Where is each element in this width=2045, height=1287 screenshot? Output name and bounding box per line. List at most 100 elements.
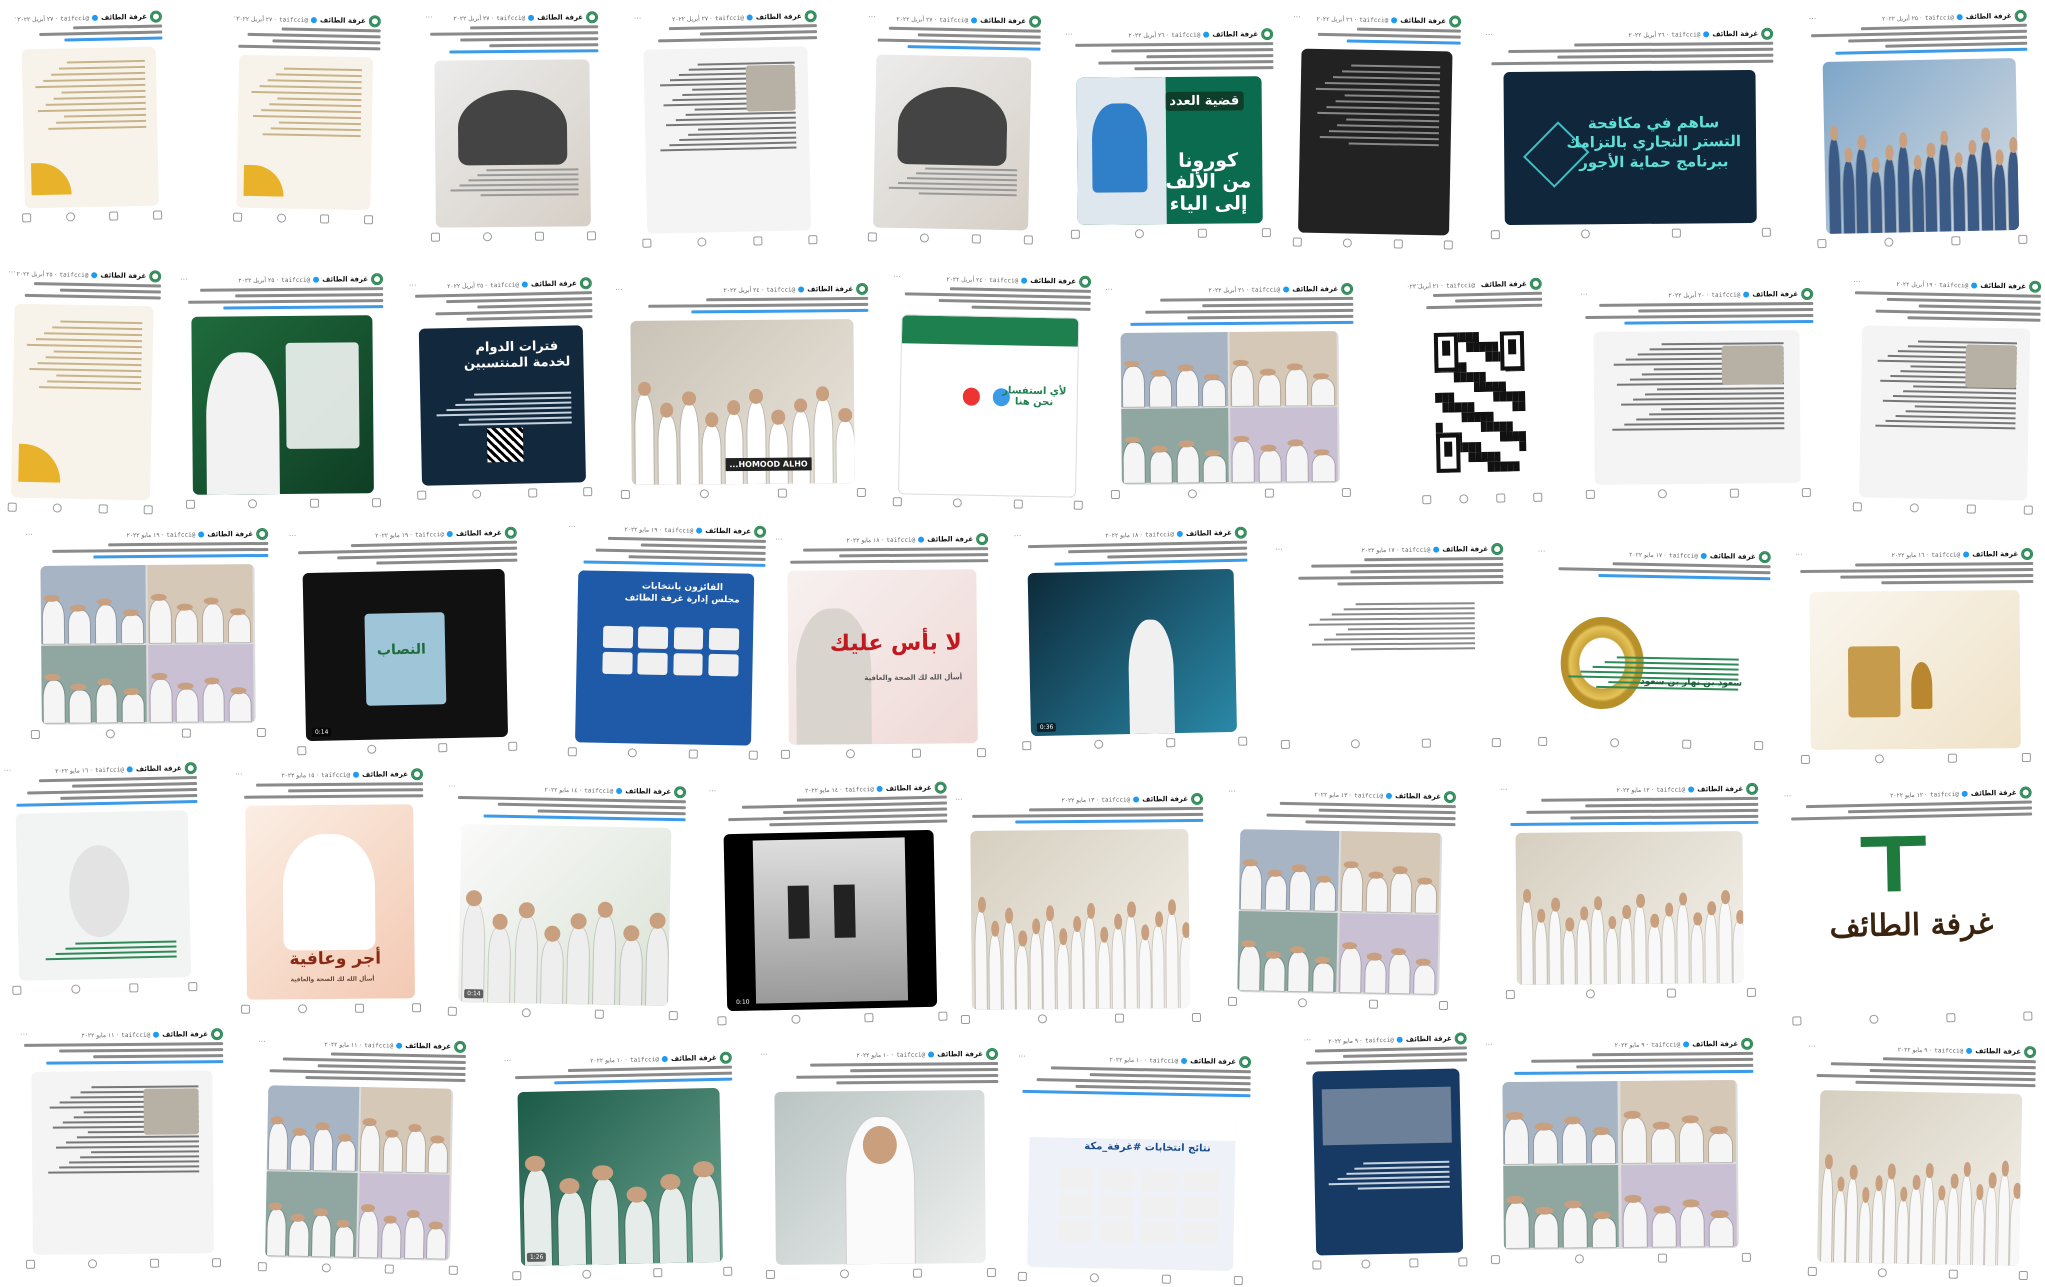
tweet-media[interactable]: 0:14: [458, 823, 672, 1006]
reply-icon[interactable]: [938, 1011, 948, 1021]
retweet-icon[interactable]: [1409, 1258, 1419, 1268]
retweet-icon[interactable]: [1658, 1253, 1668, 1263]
tweet-card[interactable]: غرفة الطائف @taifcci · ٢٦ أبريل ٢٠٢٢ ···…: [1479, 23, 1781, 242]
tweet-card[interactable]: غرفة الطائف @taifcci · ١٢ مايو ٢٠٢٢ ··· …: [1777, 782, 2043, 1028]
tweet-date[interactable]: · ١٠ مايو ٢٠٢٢: [856, 1051, 893, 1058]
tweet-media[interactable]: [1822, 57, 2020, 234]
like-icon[interactable]: [1351, 739, 1361, 749]
more-options-icon[interactable]: ···: [235, 770, 243, 779]
more-options-icon[interactable]: ···: [14, 13, 22, 22]
like-icon[interactable]: [1581, 229, 1591, 239]
reply-icon[interactable]: [986, 1267, 997, 1278]
like-icon[interactable]: [791, 1014, 801, 1024]
avatar[interactable]: [410, 768, 424, 781]
share-icon[interactable]: [233, 212, 243, 222]
avatar[interactable]: [1746, 782, 1759, 795]
share-icon[interactable]: [1280, 739, 1290, 749]
retweet-icon[interactable]: [1421, 738, 1431, 748]
reply-icon[interactable]: [1801, 488, 1811, 498]
reply-icon[interactable]: [2021, 752, 2031, 763]
share-icon[interactable]: [240, 1004, 251, 1014]
share-icon[interactable]: [765, 1269, 776, 1279]
tweet-date[interactable]: · ٢٠ أبريل ٢٠٢٢: [1668, 291, 1708, 298]
more-options-icon[interactable]: ···: [868, 12, 876, 21]
tweet-media[interactable]: 0:36: [1027, 568, 1237, 737]
share-icon[interactable]: [892, 497, 902, 507]
share-icon[interactable]: [1022, 741, 1032, 751]
share-icon[interactable]: [1110, 489, 1120, 500]
retweet-icon[interactable]: [913, 1268, 923, 1278]
tweet-card[interactable]: غرفة الطائف @taifcci · ١٣ مايو ٢٠٢٢ ···: [948, 788, 1212, 1027]
retweet-icon[interactable]: [595, 1009, 605, 1019]
tweet-date[interactable]: · ١٩ مايو ٢٠٢٢: [624, 526, 661, 534]
reply-icon[interactable]: [1438, 1000, 1449, 1011]
account-name[interactable]: غرفة الطائف: [1712, 30, 1758, 38]
tweet-date[interactable]: · ٢٦ أبريل ٢٠٢٢: [1128, 32, 1168, 39]
avatar[interactable]: [1529, 277, 1542, 290]
tweet-media[interactable]: [1312, 1068, 1464, 1256]
tweet-card[interactable]: غرفة الطائف @taifcci · ١٣ مايو ٢٠٢٢ ···: [1217, 782, 1463, 1013]
tweet-media[interactable]: [1593, 330, 1801, 485]
avatar[interactable]: [1443, 790, 1457, 804]
like-icon[interactable]: [697, 237, 707, 247]
like-icon[interactable]: [1869, 1014, 1879, 1024]
account-name[interactable]: غرفة الطائف: [207, 530, 253, 538]
avatar[interactable]: [368, 15, 381, 28]
tweet-card[interactable]: غرفة الطائف @taifcci · ١٤ مايو ٢٠٢٢ ··· …: [437, 777, 693, 1023]
retweet-icon[interactable]: [1368, 999, 1378, 1009]
account-name[interactable]: غرفة الطائف: [886, 784, 932, 793]
share-icon[interactable]: [1807, 1266, 1817, 1277]
reply-icon[interactable]: [856, 487, 866, 498]
reply-icon[interactable]: [583, 487, 593, 497]
avatar[interactable]: [504, 526, 517, 539]
retweet-icon[interactable]: [1114, 1013, 1125, 1023]
more-options-icon[interactable]: ···: [568, 522, 576, 531]
reply-icon[interactable]: [1761, 227, 1771, 237]
more-options-icon[interactable]: ···: [289, 531, 297, 540]
like-icon[interactable]: [321, 1263, 331, 1273]
tweet-media[interactable]: [1289, 591, 1492, 735]
avatar[interactable]: [1741, 1037, 1754, 1050]
share-icon[interactable]: [22, 213, 32, 223]
like-icon[interactable]: [472, 489, 482, 499]
account-name[interactable]: غرفة الطائف: [1971, 789, 2017, 798]
more-options-icon[interactable]: ···: [4, 766, 12, 775]
avatar[interactable]: [2021, 547, 2034, 561]
like-icon[interactable]: [65, 212, 75, 222]
retweet-icon[interactable]: [971, 234, 981, 244]
share-icon[interactable]: [960, 1014, 971, 1025]
account-name[interactable]: غرفة الطائف: [537, 13, 583, 21]
account-name[interactable]: غرفة الطائف: [807, 285, 853, 293]
tweet-media[interactable]: [265, 1085, 454, 1261]
retweet-icon[interactable]: [109, 211, 119, 221]
avatar[interactable]: [934, 781, 947, 794]
tweet-date[interactable]: · ١٤ مايو ٢٠٢٢: [544, 786, 581, 794]
avatar[interactable]: [719, 1051, 732, 1064]
like-icon[interactable]: [1586, 989, 1596, 999]
tweet-date[interactable]: · ١١ مايو ٢٠٢٢: [81, 1032, 118, 1039]
tweet-card[interactable]: غرفة الطائف @taifcci · ٢٥ أبريل ٢٠٢٢ ···: [0, 263, 168, 517]
retweet-icon[interactable]: [181, 728, 191, 738]
like-icon[interactable]: [52, 503, 63, 513]
tweet-card[interactable]: غرفة الطائف @taifcci · ١٥ مايو ٢٠٢٢ ··· …: [228, 764, 432, 1016]
avatar[interactable]: [1758, 551, 1771, 564]
tweet-date[interactable]: · ١١ مايو ٢٠٢٢: [324, 1041, 361, 1049]
like-icon[interactable]: [521, 1008, 531, 1018]
more-options-icon[interactable]: ···: [760, 1050, 768, 1059]
share-icon[interactable]: [430, 232, 441, 242]
tweet-card[interactable]: غرفة الطائف @taifcci · ٩ مايو ٢٠٢٢ ···: [1297, 1028, 1478, 1272]
share-icon[interactable]: [1227, 996, 1238, 1007]
reply-icon[interactable]: [188, 982, 198, 992]
account-name[interactable]: غرفة الطائف: [625, 787, 671, 796]
account-name[interactable]: غرفة الطائف: [1212, 30, 1258, 38]
avatar[interactable]: [673, 786, 687, 799]
avatar[interactable]: [1261, 28, 1274, 41]
reply-icon[interactable]: [586, 231, 597, 241]
like-icon[interactable]: [1459, 494, 1469, 504]
tweet-date[interactable]: · ٢٤ أبريل ٢٠٢٢: [946, 276, 986, 284]
reply-icon[interactable]: [363, 215, 374, 225]
tweet-date[interactable]: · ٢٥ أبريل ٢٠٢٢: [447, 282, 487, 290]
tweet-media[interactable]: HOMOOD ALHO...: [630, 319, 855, 485]
tweet-card[interactable]: غرفة الطائف @taifcci · ٢٧ أبريل ٢٠٢٢ ···: [857, 8, 1048, 247]
tweet-date[interactable]: · ٢١ أبريل ٢٠٢٢: [1208, 286, 1248, 293]
